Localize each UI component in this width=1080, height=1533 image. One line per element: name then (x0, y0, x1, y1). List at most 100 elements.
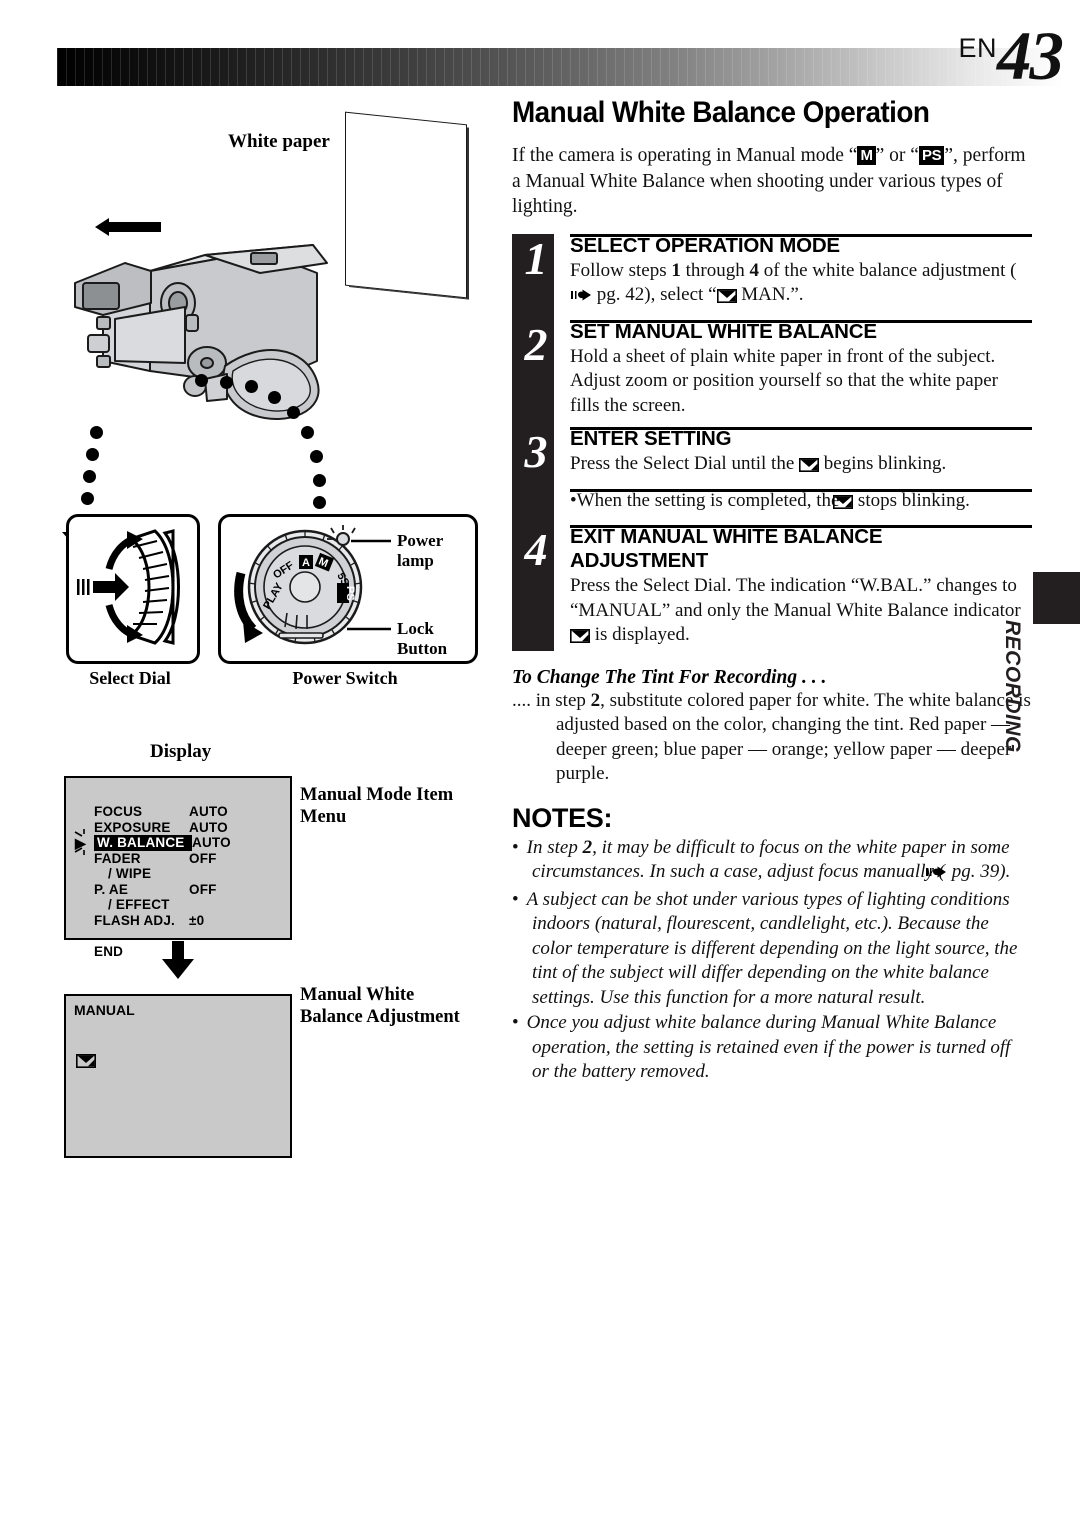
menu-cursor-icon: ▶ (75, 834, 86, 851)
step-3-number: 3 (524, 426, 548, 477)
step-rule (570, 233, 1032, 237)
menu-row[interactable]: EXPOSURE AUTO (94, 820, 231, 836)
step-4-heading-line-2: ADJUSTMENT (570, 549, 709, 572)
menu-item-value: AUTO (192, 835, 231, 850)
step-rule (570, 525, 1032, 528)
power-switch-panel: PLAY OFF A M 5S PS Power lamp Lock Butto… (218, 514, 478, 664)
step-1-body: Follow steps 1 through 4 of the white ba… (570, 259, 1032, 311)
step-4-body: Press the Select Dial. The indication “W… (570, 574, 1032, 651)
step-1-heading: SELECT OPERATION MODE (570, 233, 840, 257)
menu-item-value: ±0 (189, 912, 205, 928)
note-text-a: In step (526, 836, 583, 858)
menu-item-label: W. BALANCE (94, 835, 192, 851)
step-rule (570, 319, 1032, 323)
menu-item-value: AUTO (189, 819, 228, 835)
step-1-ref-4: 4 (749, 259, 759, 281)
white-balance-indicator-icon (76, 1054, 96, 1073)
step-3-heading: ENTER SETTING (570, 427, 732, 450)
menu-item-value: AUTO (189, 804, 228, 819)
screen-manual-indicator: MANUAL (74, 1002, 135, 1018)
power-switch-caption: Power Switch (292, 668, 398, 688)
step-3-note-b: stops blinking. (853, 489, 970, 511)
menu-item-label: FADER (94, 850, 141, 866)
manual-mode-menu-list: ▶ FOCUS AUTO EXPOSURE AUTO W. BALANCE AUTO … (74, 804, 231, 959)
menu-item-label: EXPOSURE (94, 819, 171, 835)
intro-text-a: If the camera is operating in Manual mod… (512, 145, 858, 166)
step-rule (570, 488, 1032, 492)
main-content-column: Manual White Balance Operation If the ca… (512, 96, 1032, 1086)
menu-row[interactable]: FLASH ADJ. ±0 (94, 913, 231, 929)
step-rule (570, 427, 1032, 430)
step-1: 1 SELECT OPERATION MODE Follow steps 1 t… (512, 232, 1032, 311)
note-item: A subject can be shot under various type… (512, 888, 1032, 1011)
step-1-number: 1 (524, 232, 548, 284)
page-title: Manual White Balance Operation (512, 96, 930, 129)
menu-row[interactable]: FADER OFF (94, 851, 231, 867)
tint-hang: .... in step 2, substitute colored paper… (512, 689, 1032, 787)
menu-item-label: / EFFECT (108, 897, 170, 912)
menu-row-w-balance[interactable]: W. BALANCE AUTO (94, 835, 231, 851)
page-number-value: 43 (997, 18, 1064, 94)
svg-text:PS: PS (344, 586, 356, 601)
menu-row[interactable]: FOCUS AUTO (94, 804, 231, 820)
step-2-body: Hold a sheet of plain white paper in fro… (570, 345, 998, 416)
manual-mode-item-menu-screen: ▶ FOCUS AUTO EXPOSURE AUTO W. BALANCE AUTO … (64, 776, 292, 959)
manual-page: EN43 White paper Select Dial PLAY OFF A … (0, 0, 1080, 1533)
white-paper-label: White paper (228, 131, 330, 152)
step-2: 2 SET MANUAL WHITE BALANCE Hold a sheet … (512, 318, 1032, 419)
caption-line-2: Balance Adjustment (300, 1007, 460, 1027)
recording-section-tab (1033, 572, 1080, 624)
menu-row: / WIPE (94, 866, 231, 882)
recording-section-label: RECORDING (1001, 620, 1024, 753)
steps-list: 1 SELECT OPERATION MODE Follow steps 1 t… (512, 232, 1032, 651)
caption-line-2: Menu (300, 807, 347, 827)
lock-button-label: Lock Button (397, 619, 448, 658)
step-1-text-a: Follow steps (570, 259, 672, 281)
note-item: Once you adjust white balance during Man… (512, 1011, 1032, 1085)
step-3-text-b: begins blinking. (819, 453, 947, 474)
notes-list: In step 2, it may be difficult to focus … (512, 836, 1032, 1085)
select-dial-caption: Select Dial (89, 668, 171, 688)
step-1-text-b: through (680, 259, 750, 281)
step-4-text-a: Press the Select Dial. The indication “W… (570, 575, 1021, 621)
tint-step-ref: 2 (590, 689, 601, 711)
intro-text-b: ” or “ (875, 145, 919, 166)
menu-row[interactable]: P. AE OFF (94, 882, 231, 898)
white-balance-manual-icon (799, 455, 820, 480)
step-1-ref-1: 1 (671, 259, 681, 281)
menu-item-label: FOCUS (94, 804, 143, 819)
tint-section-body: .... in step 2, substitute colored paper… (512, 689, 1032, 787)
menu-item-value: OFF (189, 850, 217, 866)
select-dial-panel (66, 514, 200, 664)
dial-label-ps: PS (337, 583, 356, 603)
step-1-text-c: of the white balance adjustment ( (758, 259, 1017, 281)
step-3: 3 ENTER SETTING Press the Select Dial un… (512, 427, 1032, 480)
gradient-stripes (57, 48, 1063, 86)
menu-row: / EFFECT (94, 897, 231, 913)
step-2-number: 2 (524, 318, 548, 370)
dial-label-a: A (299, 555, 313, 569)
step-3-body: Press the Select Dial until the begins b… (570, 452, 1032, 480)
step-1-text-d: MAN.”. (736, 284, 804, 305)
step-4-heading-line-1: EXIT MANUAL WHITE BALANCE (570, 525, 883, 548)
manual-wb-adjustment-screen: MANUAL (64, 994, 292, 1158)
step-4-text-b: is displayed. (590, 624, 690, 645)
page-number-block: EN43 (958, 22, 1064, 91)
note-item: In step 2, it may be difficult to focus … (512, 836, 1032, 887)
note-text-c: pg. 39). (947, 861, 1011, 882)
notes-heading: NOTES: (512, 802, 613, 833)
white-balance-manual-icon (833, 492, 854, 517)
step-4-heading: EXIT MANUAL WHITE BALANCE ADJUSTMENT (570, 525, 1032, 573)
tint-text-b: , substitute colored paper for white. Th… (556, 689, 1031, 785)
intro-paragraph: If the camera is operating in Manual mod… (512, 143, 1032, 220)
note-step-ref: 2 (582, 836, 593, 858)
step-4: 4 EXIT MANUAL WHITE BALANCE ADJUSTMENT Pr… (512, 525, 1032, 651)
caption-line-1: Manual Mode Item (300, 785, 454, 805)
mode-m-icon: M (857, 146, 876, 165)
tint-section-heading: To Change The Tint For Recording . . . (512, 666, 827, 688)
zoom-direction-arrow-icon (95, 218, 161, 236)
step-3-note-text: •When the setting is completed, the stop… (570, 489, 1032, 517)
menu-item-value: OFF (189, 881, 217, 897)
menu-item-label: P. AE (94, 881, 129, 897)
manual-wb-adjustment-caption: Manual White Balance Adjustment (300, 984, 500, 1028)
